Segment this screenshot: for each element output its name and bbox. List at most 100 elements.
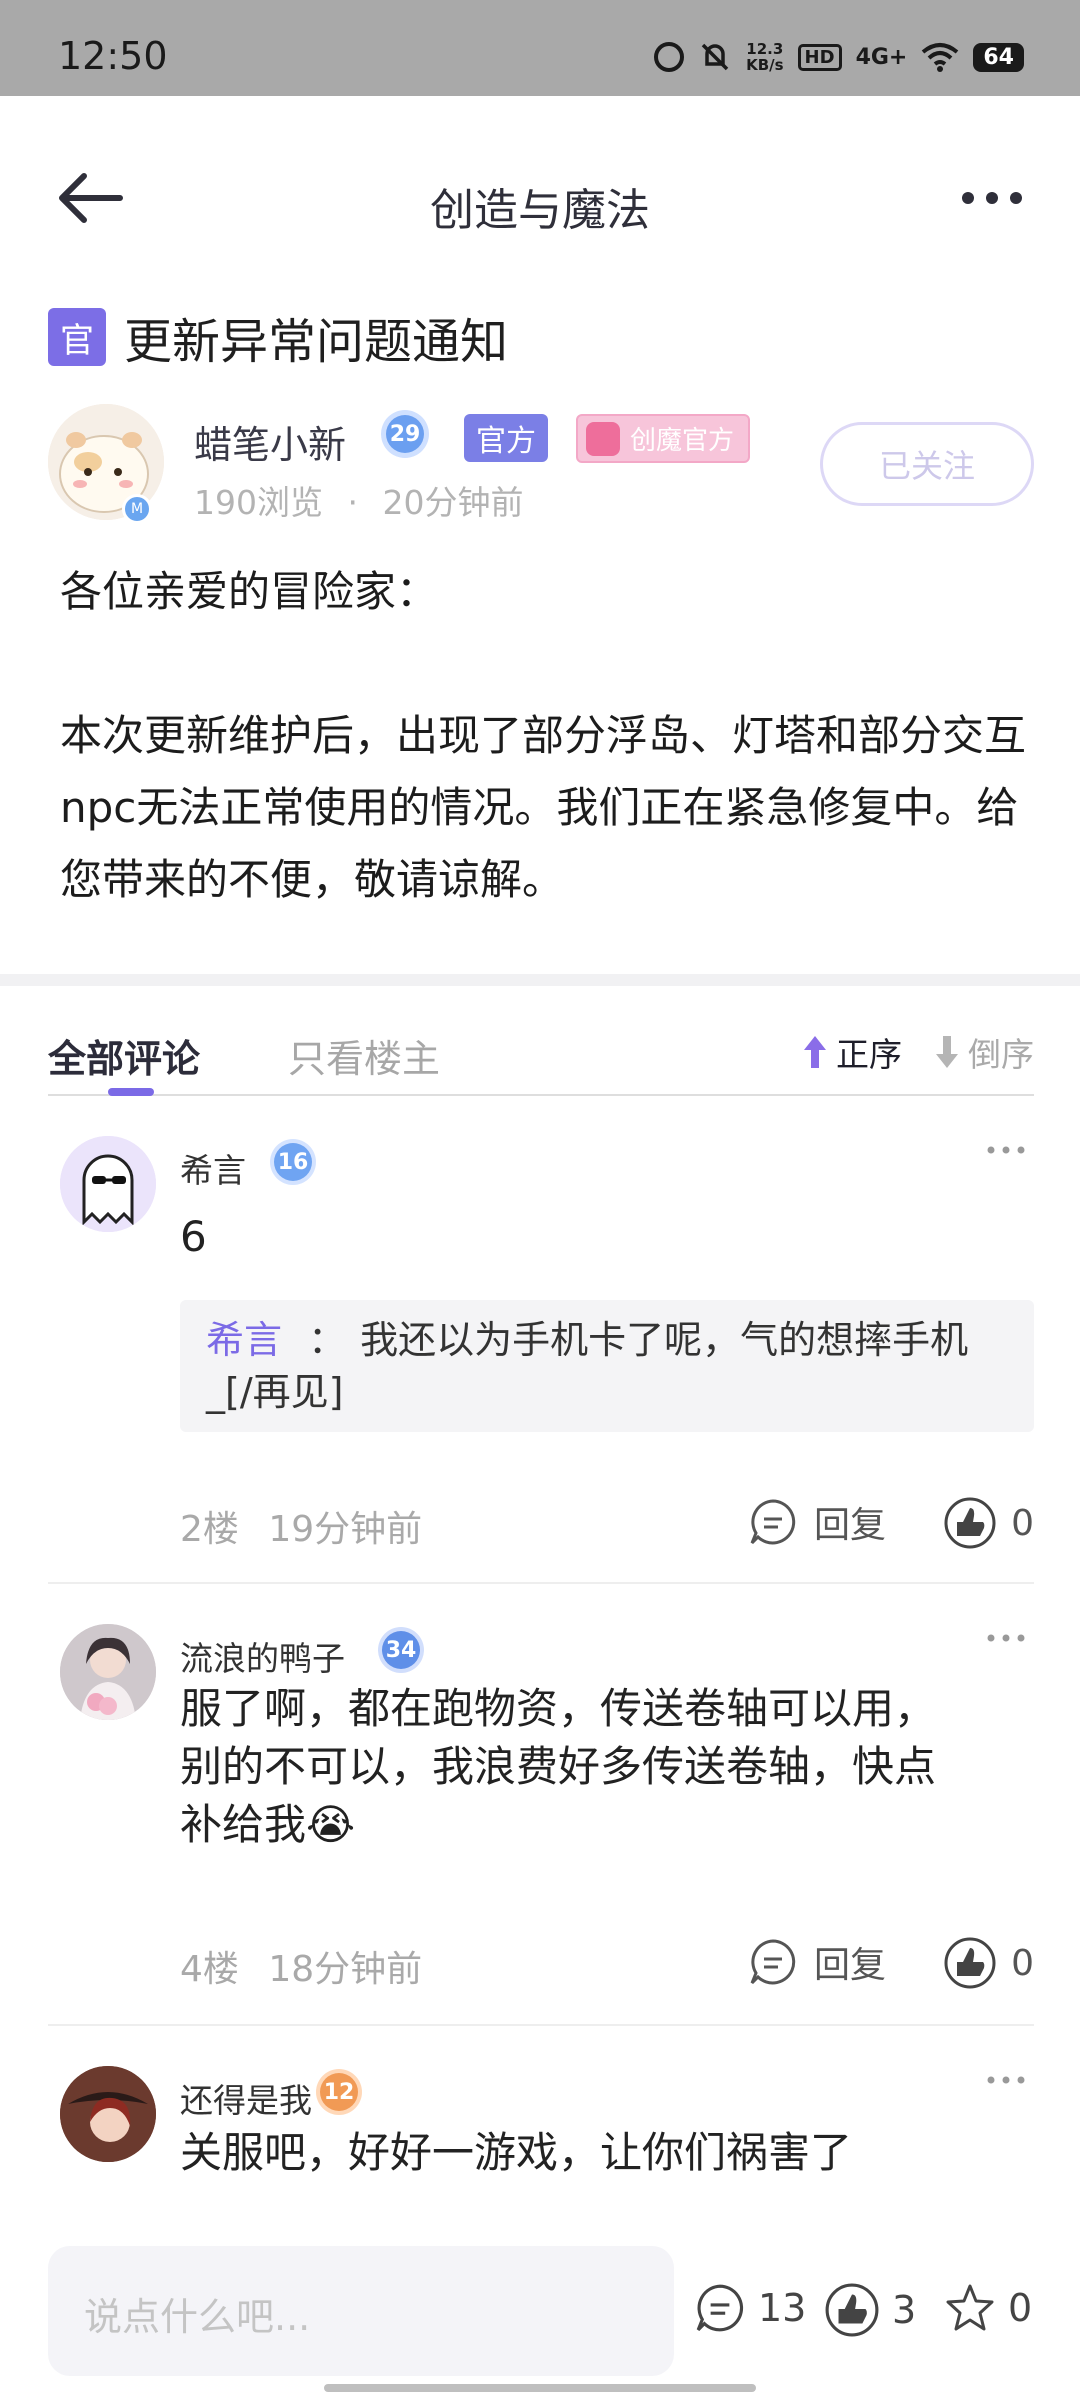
meta-separator: ·: [347, 483, 359, 522]
post-like-count: 3: [892, 2288, 917, 2332]
team-badge-icon: [586, 422, 620, 456]
comments-count-button[interactable]: 13: [694, 2282, 806, 2334]
level-value: 29: [386, 415, 424, 453]
commenter-name[interactable]: 流浪的鸭子: [180, 1632, 345, 1680]
level-badge: 34: [374, 1628, 428, 1672]
post-time: 20分钟前: [382, 483, 524, 522]
bottom-action-bar: 说点什么吧... 13 3 0: [0, 2236, 1080, 2400]
net-speed: 12.3 KB/s: [746, 41, 783, 73]
status-bar: 12:50 12.3 KB/s HD 4G+ 64: [0, 0, 1080, 96]
comment-more-icon[interactable]: [986, 1632, 1026, 1644]
level-value: 12: [320, 2073, 358, 2111]
star-icon: [946, 2284, 994, 2331]
mute-icon: [701, 43, 729, 71]
level-badge: 16: [266, 1140, 320, 1184]
arrow-down-icon: [936, 1036, 958, 1068]
post-title-row: 官 更新异常问题通知: [48, 302, 508, 372]
comment-meta: 4楼 18分钟前: [180, 1940, 422, 1992]
level-value: 16: [274, 1143, 312, 1181]
like-button[interactable]: 0: [943, 1496, 1034, 1550]
post-body: 各位亲爱的冒险家： 本次更新维护后，出现了部分浮岛、灯塔和部分交互npc无法正常…: [60, 556, 1040, 916]
active-tab-indicator: [108, 1088, 154, 1096]
comment-text-body: 服了啊，都在跑物资，传送卷轴可以用，别的不可以，我浪费好多传送卷轴，快点补给我: [180, 1684, 937, 1849]
alarm-icon: [654, 42, 685, 72]
app-header: 创造与魔法: [0, 96, 1080, 296]
level-value: 34: [382, 1631, 420, 1669]
comment-more-icon[interactable]: [986, 2074, 1026, 2086]
post-title: 更新异常问题通知: [124, 314, 509, 370]
more-horizontal-icon[interactable]: [960, 188, 1024, 208]
floor-number: 2楼: [180, 1509, 239, 1550]
arrow-up-icon: [804, 1036, 826, 1068]
hd-indicator: HD: [797, 43, 842, 71]
like-count: 0: [1011, 1502, 1034, 1544]
reply-button[interactable]: 回复: [748, 1496, 886, 1548]
comment-input[interactable]: 说点什么吧...: [48, 2246, 674, 2376]
status-time: 12:50: [58, 34, 168, 78]
comment-text: 关服吧，好好一游戏，让你们祸害了: [180, 2128, 853, 2177]
battery-icon: 64: [973, 42, 1024, 72]
commenter-avatar[interactable]: [60, 1624, 156, 1720]
comment-more-icon[interactable]: [986, 1144, 1026, 1156]
commenter-avatar[interactable]: [60, 2066, 156, 2162]
tab-all-comments[interactable]: 全部评论: [48, 1028, 200, 1083]
post-like-button[interactable]: 3: [824, 2282, 916, 2338]
author-row: M 蜡笔小新 29 官方 创魔官方 190浏览 · 20分钟前 已关注: [48, 404, 1034, 534]
net-speed-unit: KB/s: [746, 56, 784, 74]
comment-separator: [48, 1582, 1034, 1584]
comment-tabs: 全部评论 只看楼主 正序 倒序: [48, 1020, 1034, 1096]
post-greeting: 各位亲爱的冒险家：: [60, 567, 439, 616]
comment-count: 13: [758, 2286, 807, 2330]
like-button[interactable]: 0: [943, 1936, 1034, 1990]
comment-time: 18分钟前: [268, 1949, 423, 1990]
official-post-tag: 官: [48, 308, 106, 366]
ghost-avatar-image: [60, 1136, 156, 1232]
level-badge: 12: [312, 2070, 366, 2114]
official-badge: 官方: [464, 414, 548, 462]
status-icons: 12.3 KB/s HD 4G+ 64: [654, 40, 1024, 74]
post-meta: 190浏览 · 20分钟前: [194, 476, 524, 524]
section-divider: [0, 974, 1080, 986]
home-indicator[interactable]: [324, 2384, 756, 2392]
commenter-name[interactable]: 还得是我: [180, 2074, 312, 2122]
reply-label: 回复: [813, 1505, 886, 1546]
sort-descending-label: 倒序: [968, 1035, 1034, 1074]
sort-ascending-button[interactable]: 正序: [800, 1028, 902, 1076]
post-paragraph: 本次更新维护后，出现了部分浮岛、灯塔和部分交互npc无法正常使用的情况。我们正在…: [60, 711, 1027, 904]
level-badge: 29: [378, 412, 432, 456]
girl-avatar-image: [60, 1624, 156, 1720]
thumbs-up-icon: [944, 1497, 996, 1549]
thumbs-up-icon: [825, 2283, 879, 2337]
view-count: 190浏览: [194, 483, 323, 522]
floor-number: 4楼: [180, 1949, 239, 1990]
commenter-avatar[interactable]: [60, 1136, 156, 1232]
signal-indicator: 4G+: [855, 44, 908, 70]
sort-ascending-label: 正序: [836, 1035, 902, 1074]
author-name[interactable]: 蜡笔小新: [194, 414, 346, 469]
comment-meta: 2楼 19分钟前: [180, 1500, 422, 1552]
commenter-name[interactable]: 希言: [180, 1144, 246, 1192]
comment-bubble-icon: [750, 1499, 796, 1545]
comment-item: 流浪的鸭子 34 服了啊，都在跑物资，传送卷轴可以用，别的不可以，我浪费好多传送…: [48, 1624, 1034, 2044]
like-count: 0: [1011, 1942, 1034, 1984]
reply-preview[interactable]: 希言 ：我还以为手机卡了呢，气的想摔手机_[/再见]: [180, 1300, 1034, 1432]
favorite-count: 0: [1008, 2286, 1033, 2330]
comment-bubble-icon: [750, 1939, 796, 1985]
tab-owner-only[interactable]: 只看楼主: [288, 1028, 440, 1083]
reply-author[interactable]: 希言: [206, 1318, 282, 1362]
team-badge: 创魔官方: [576, 414, 751, 463]
crying-emoji-icon: 😭: [306, 1800, 356, 1849]
member-badge: M: [122, 494, 152, 524]
thumbs-up-icon: [944, 1937, 996, 1989]
comment-time: 19分钟前: [268, 1509, 423, 1550]
sort-descending-button[interactable]: 倒序: [932, 1028, 1034, 1076]
reply-label: 回复: [813, 1945, 886, 1986]
comment-text: 服了啊，都在跑物资，传送卷轴可以用，别的不可以，我浪费好多传送卷轴，快点补给我😭: [180, 1680, 960, 1854]
comment-text: 6: [180, 1212, 207, 1261]
comment-item: 还得是我 12 关服吧，好好一游戏，让你们祸害了: [48, 2066, 1034, 2226]
favorite-button[interactable]: 0: [944, 2282, 1032, 2334]
follow-button[interactable]: 已关注: [820, 422, 1034, 506]
reply-button[interactable]: 回复: [748, 1936, 886, 1988]
comment-separator: [48, 2024, 1034, 2026]
wifi-icon: [922, 43, 959, 72]
